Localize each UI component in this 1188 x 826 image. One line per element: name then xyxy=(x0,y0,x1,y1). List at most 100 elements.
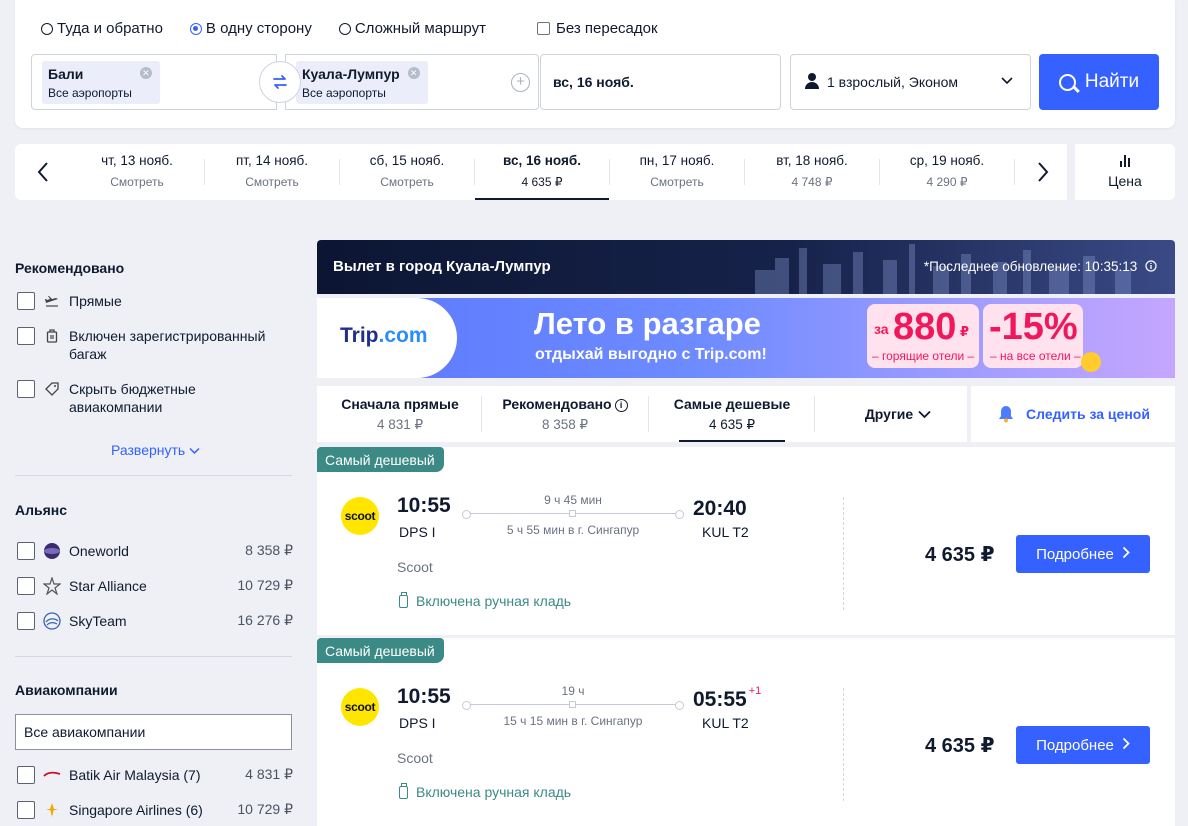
oneworld-logo-icon xyxy=(43,542,61,560)
expand-label: Развернуть xyxy=(111,442,186,458)
sort-tab-cheapest[interactable]: Самые дешевые 4 635 ₽ xyxy=(649,386,815,442)
date-field[interactable]: вс, 16 нояб. xyxy=(540,54,781,110)
nonstop-checkbox[interactable]: Без пересадок xyxy=(536,20,658,37)
radio-multi-city[interactable]: Сложный маршрут xyxy=(338,20,486,37)
sort-tab-name: Самые дешевые xyxy=(673,396,791,412)
sort-tab-recommended[interactable]: Рекомендовано i 8 358 ₽ xyxy=(482,386,648,442)
filter-price: 4 831 ₽ xyxy=(245,766,293,782)
checkbox[interactable] xyxy=(17,801,35,819)
sort-bar: Сначала прямые 4 831 ₽ Рекомендовано i 8 … xyxy=(317,386,967,442)
trip-com-promo-banner[interactable]: Trip.com Лето в разгаре отдыхай выгодно … xyxy=(317,298,1175,378)
filter-checked-baggage[interactable]: Включен зарегистрированный багаж xyxy=(17,327,293,363)
filter-alliance-skyteam[interactable]: SkyTeam 16 276 ₽ xyxy=(17,612,293,630)
checkbox[interactable] xyxy=(17,380,35,398)
promo-value: -15% xyxy=(989,306,1078,348)
date-option[interactable]: ср, 19 нояб. 4 290 ₽ xyxy=(880,144,1014,200)
filter-label: Batik Air Malaysia (7) xyxy=(69,767,201,783)
radio-icon xyxy=(338,22,351,35)
alliance-title: Альянс xyxy=(15,502,68,518)
date-option[interactable]: пн, 17 нояб. Смотреть xyxy=(610,144,744,200)
filter-direct[interactable]: Прямые xyxy=(17,292,293,310)
filter-airline-singapore[interactable]: Singapore Airlines (6) 10 729 ₽ xyxy=(17,801,293,819)
checkbox[interactable] xyxy=(17,577,35,595)
details-button[interactable]: Подробнее xyxy=(1016,726,1150,764)
chevron-right-icon xyxy=(1037,162,1048,182)
checkbox[interactable] xyxy=(17,542,35,560)
prev-dates-button[interactable] xyxy=(15,144,70,200)
date-option[interactable]: пт, 14 нояб. Смотреть xyxy=(205,144,339,200)
remove-city-icon[interactable]: ✕ xyxy=(407,67,420,79)
date-option-price: Смотреть xyxy=(245,175,299,189)
sort-tab-direct[interactable]: Сначала прямые 4 831 ₽ xyxy=(317,386,483,442)
carry-on-icon xyxy=(399,782,408,799)
filter-hide-budget[interactable]: Скрыть бюджетные авиакомпании xyxy=(17,380,293,416)
filter-airline-batik[interactable]: Batik Air Malaysia (7) 4 831 ₽ xyxy=(17,766,293,784)
details-button[interactable]: Подробнее xyxy=(1016,535,1150,573)
swap-icon xyxy=(273,75,287,89)
date-option-date: чт, 13 нояб. xyxy=(101,153,173,168)
date-option-price: Смотреть xyxy=(380,175,434,189)
search-button[interactable]: Найти xyxy=(1039,54,1159,110)
last-update: *Последнее обновление: 10:35:13 xyxy=(924,259,1157,274)
tag-icon xyxy=(43,380,61,398)
flight-card[interactable]: Самый дешевый scoot 10:55 DPS I 9 ч 45 м… xyxy=(317,447,1175,635)
passengers-value: 1 взрослый, Эконом xyxy=(827,74,959,90)
date-option-selected[interactable]: вс, 16 нояб. 4 635 ₽ xyxy=(475,144,609,200)
radio-round-trip[interactable]: Туда и обратно xyxy=(41,20,163,37)
price-chart-tab[interactable]: Цена xyxy=(1075,144,1175,200)
filter-alliance-star[interactable]: Star Alliance 10 729 ₽ xyxy=(17,577,293,595)
checkbox[interactable] xyxy=(17,327,35,345)
flight-price: 4 635 ₽ xyxy=(925,544,995,566)
date-option[interactable]: сб, 15 нояб. Смотреть xyxy=(340,144,474,200)
recommended-title: Рекомендовано xyxy=(15,260,125,276)
baggage-icon xyxy=(43,327,61,345)
add-destination-icon[interactable]: + xyxy=(511,73,530,92)
radio-label: Сложный маршрут xyxy=(354,20,486,37)
info-icon[interactable]: i xyxy=(614,399,628,412)
swap-cities-button[interactable] xyxy=(259,61,301,103)
sort-tab-price: 4 635 ₽ xyxy=(708,417,756,432)
sort-other-dropdown[interactable]: Другие xyxy=(815,386,981,442)
bar-chart-icon xyxy=(1075,153,1175,167)
info-icon[interactable] xyxy=(1145,260,1157,272)
arrival-airport: KUL T2 xyxy=(702,715,749,731)
promo-discount: -15% – на все отели – xyxy=(983,304,1083,368)
chevron-down-icon xyxy=(189,447,200,455)
radio-one-way[interactable]: В одну сторону xyxy=(189,20,312,37)
date-option-date: вс, 16 нояб. xyxy=(503,153,581,168)
batik-air-logo-icon xyxy=(43,766,61,784)
checkbox[interactable] xyxy=(17,292,35,310)
stop-marker xyxy=(569,510,576,517)
last-update-text: *Последнее обновление: 10:35:13 xyxy=(923,259,1138,274)
singapore-airlines-logo-icon xyxy=(43,801,61,819)
checkbox[interactable] xyxy=(17,612,35,630)
flight-card[interactable]: Самый дешевый scoot 10:55 DPS I 19 ч 15 … xyxy=(317,638,1175,826)
date-option[interactable]: вт, 18 нояб. 4 748 ₽ xyxy=(745,144,879,200)
filter-label: Включен зарегистрированный багаж xyxy=(69,328,266,362)
to-field[interactable]: Куала-Лумпур Все аэропорты ✕ + xyxy=(285,54,539,110)
from-field[interactable]: Бали Все аэропорты ✕ xyxy=(31,54,277,110)
promo-prefix: за xyxy=(874,321,889,337)
next-dates-button[interactable] xyxy=(1015,144,1070,200)
arrival-time: 05:55 +1 xyxy=(693,685,762,711)
arrival-airport: KUL T2 xyxy=(702,524,749,540)
remove-city-icon[interactable]: ✕ xyxy=(139,67,152,79)
airlines-select[interactable]: Все авиакомпании xyxy=(15,714,292,750)
date-option-price: 4 748 ₽ xyxy=(791,175,833,189)
search-icon xyxy=(1058,73,1076,91)
filter-alliance-oneworld[interactable]: Oneworld 8 358 ₽ xyxy=(17,542,293,560)
date-option[interactable]: чт, 13 нояб. Смотреть xyxy=(70,144,204,200)
radio-icon xyxy=(41,22,53,35)
results-title: Вылет в город Куала-Лумпур xyxy=(333,258,551,275)
expand-filters-link[interactable]: Развернуть xyxy=(111,442,200,458)
watch-price-button[interactable]: Следить за ценой xyxy=(971,386,1175,442)
search-button-label: Найти xyxy=(1084,71,1140,92)
checkbox[interactable] xyxy=(17,766,35,784)
from-chip: Бали Все аэропорты ✕ xyxy=(42,61,160,104)
date-option-date: сб, 15 нояб. xyxy=(369,153,445,168)
date-option-price: Смотреть xyxy=(110,175,164,189)
to-airports: Все аэропорты xyxy=(302,86,386,100)
passengers-field[interactable]: 1 взрослый, Эконом xyxy=(790,54,1031,110)
stop-marker xyxy=(569,701,576,708)
chevron-right-icon xyxy=(1122,737,1130,753)
